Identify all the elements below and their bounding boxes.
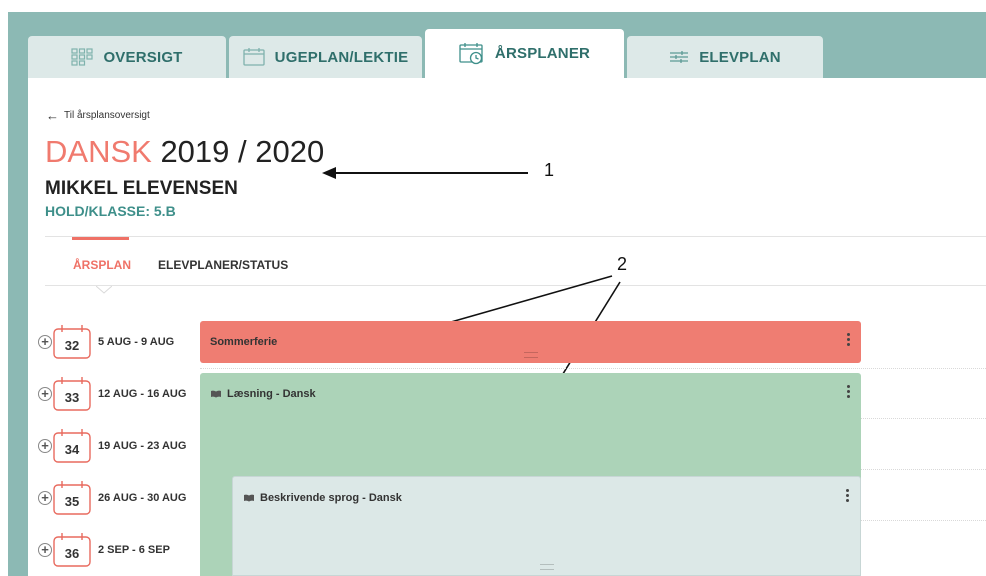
week-row: + 35 26 AUG - 30 AUG — [36, 478, 196, 518]
subtab-aarsplan[interactable]: ÅRSPLAN — [73, 258, 131, 272]
tab-oversigt[interactable]: OVERSIGT — [28, 36, 226, 78]
add-plan-button[interactable]: + — [38, 387, 52, 401]
plan-title-text: Beskrivende sprog - Dansk — [260, 492, 402, 504]
tab-aarsplaner[interactable]: ÅRSPLANER — [425, 29, 624, 78]
grid-icon — [71, 48, 94, 66]
week-calendar-icon: 32 — [53, 325, 91, 359]
row-separator — [200, 368, 986, 369]
week-calendar-icon: 36 — [53, 533, 91, 567]
more-options-icon[interactable] — [847, 385, 851, 399]
subject-name: DANSK — [45, 134, 152, 169]
calendar-icon — [243, 48, 265, 66]
back-link-label: Til årsplansoversigt — [64, 110, 150, 121]
week-row: + 36 2 SEP - 6 SEP — [36, 530, 196, 570]
week-number: 32 — [64, 338, 80, 353]
week-number: 36 — [64, 546, 80, 561]
tab-label: ÅRSPLANER — [494, 45, 591, 62]
plan-title: Sommerferie — [210, 336, 277, 348]
resize-handle[interactable] — [539, 564, 554, 570]
tab-ugeplan[interactable]: UGEPLAN/LEKTIE — [229, 36, 422, 78]
week-range: 26 AUG - 30 AUG — [98, 492, 187, 504]
window-top-strip — [0, 0, 986, 12]
tab-label: UGEPLAN/LEKTIE — [274, 48, 409, 66]
week-calendar-icon: 33 — [53, 377, 91, 411]
annotation-label-1: 1 — [544, 160, 555, 180]
back-link[interactable]: ← Til årsplansoversigt — [46, 108, 150, 123]
plan-title-text: Læsning - Dansk — [227, 388, 316, 400]
plan-card-sommerferie[interactable]: Sommerferie — [200, 321, 861, 363]
page-title: DANSK 2019 / 2020 — [45, 132, 324, 172]
week-number: 35 — [64, 494, 80, 509]
tab-label: ELEVPLAN — [699, 48, 781, 66]
week-range: 5 AUG - 9 AUG — [98, 336, 175, 348]
plan-card-beskrivende-sprog[interactable]: Beskrivende sprog - Dansk — [232, 476, 861, 576]
week-row: + 32 5 AUG - 9 AUG — [36, 322, 196, 362]
school-year: 2019 / 2020 — [160, 134, 325, 169]
resize-handle[interactable] — [523, 352, 538, 358]
week-range: 19 AUG - 23 AUG — [98, 440, 187, 452]
class-label: HOLD/KLASSE: 5.B — [45, 203, 176, 219]
week-calendar-icon: 34 — [53, 429, 91, 463]
annotation-arrow-1 — [322, 167, 528, 179]
more-options-icon[interactable] — [846, 489, 850, 503]
plan-title-text: Sommerferie — [210, 336, 278, 348]
week-calendar-icon: 35 — [53, 481, 91, 515]
window-left-rail — [0, 12, 8, 576]
week-range: 12 AUG - 16 AUG — [98, 388, 187, 400]
plan-title: Læsning - Dansk — [210, 388, 316, 400]
week-row: + 33 12 AUG - 16 AUG — [36, 374, 196, 414]
subtab-active-indicator — [72, 237, 129, 240]
book-icon — [210, 390, 222, 398]
student-name: MIKKEL ELEVENSEN — [45, 178, 238, 199]
arrow-left-icon: ← — [46, 108, 59, 123]
week-range: 2 SEP - 6 SEP — [98, 544, 170, 556]
header-divider — [45, 236, 986, 237]
week-number: 34 — [64, 442, 80, 457]
add-plan-button[interactable]: + — [38, 543, 52, 557]
calendar-clock-icon — [459, 42, 485, 65]
book-icon — [243, 494, 255, 502]
active-subtab-caret — [96, 286, 112, 294]
week-number: 33 — [64, 390, 80, 405]
sliders-icon — [669, 50, 689, 64]
tab-elevplan[interactable]: ELEVPLAN — [627, 36, 823, 78]
add-plan-button[interactable]: + — [38, 335, 52, 349]
tab-label: OVERSIGT — [103, 48, 183, 66]
add-plan-button[interactable]: + — [38, 491, 52, 505]
week-row: + 34 19 AUG - 23 AUG — [36, 426, 196, 466]
subtab-elevplaner-status[interactable]: ELEVPLANER/STATUS — [158, 258, 288, 272]
more-options-icon[interactable] — [847, 333, 851, 347]
add-plan-button[interactable]: + — [38, 439, 52, 453]
plan-title: Beskrivende sprog - Dansk — [243, 492, 402, 504]
